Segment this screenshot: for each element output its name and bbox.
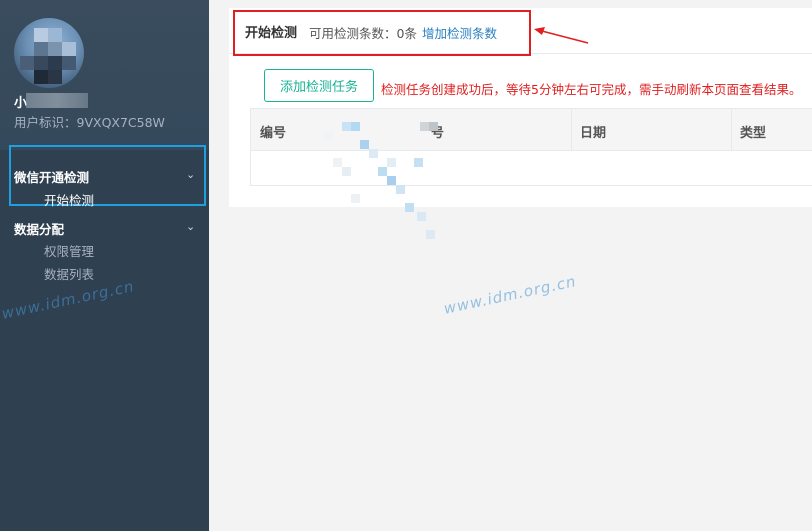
- user-id: 用户标识：9VXQX7C58W: [14, 115, 165, 130]
- column-divider: [731, 109, 732, 151]
- notice-text: 检测任务创建成功后，等待5分钟左右可完成，需手动刷新本页面查看结果。: [381, 82, 802, 97]
- avatar[interactable]: [14, 18, 84, 88]
- nav-group-data-assign[interactable]: 数据分配: [14, 219, 64, 238]
- sidebar-item-permissions[interactable]: 权限管理: [44, 241, 94, 260]
- user-name-redacted: [26, 93, 88, 108]
- nav-group-label: 微信开通检测: [14, 170, 90, 185]
- header-highlight-box: [233, 10, 531, 56]
- nav-group-label: 数据分配: [14, 222, 65, 237]
- column-divider: [571, 109, 572, 151]
- annotation-arrow-icon: [534, 27, 589, 44]
- column-header-date: 日期: [580, 126, 607, 141]
- chevron-down-icon[interactable]: ⌄: [186, 220, 798, 233]
- redaction-mosaic: [316, 110, 442, 240]
- nav-group-wechat-check[interactable]: 微信开通检测: [14, 167, 89, 186]
- column-header-id: 编号: [260, 126, 287, 141]
- column-header-type: 类型: [740, 126, 767, 141]
- watermark: www.idm.org.cn: [442, 272, 578, 318]
- sidebar-item-data-list[interactable]: 数据列表: [44, 264, 94, 283]
- add-task-button[interactable]: 添加检测任务: [264, 69, 374, 102]
- sidebar-item-start-check[interactable]: 开始检测: [44, 190, 94, 209]
